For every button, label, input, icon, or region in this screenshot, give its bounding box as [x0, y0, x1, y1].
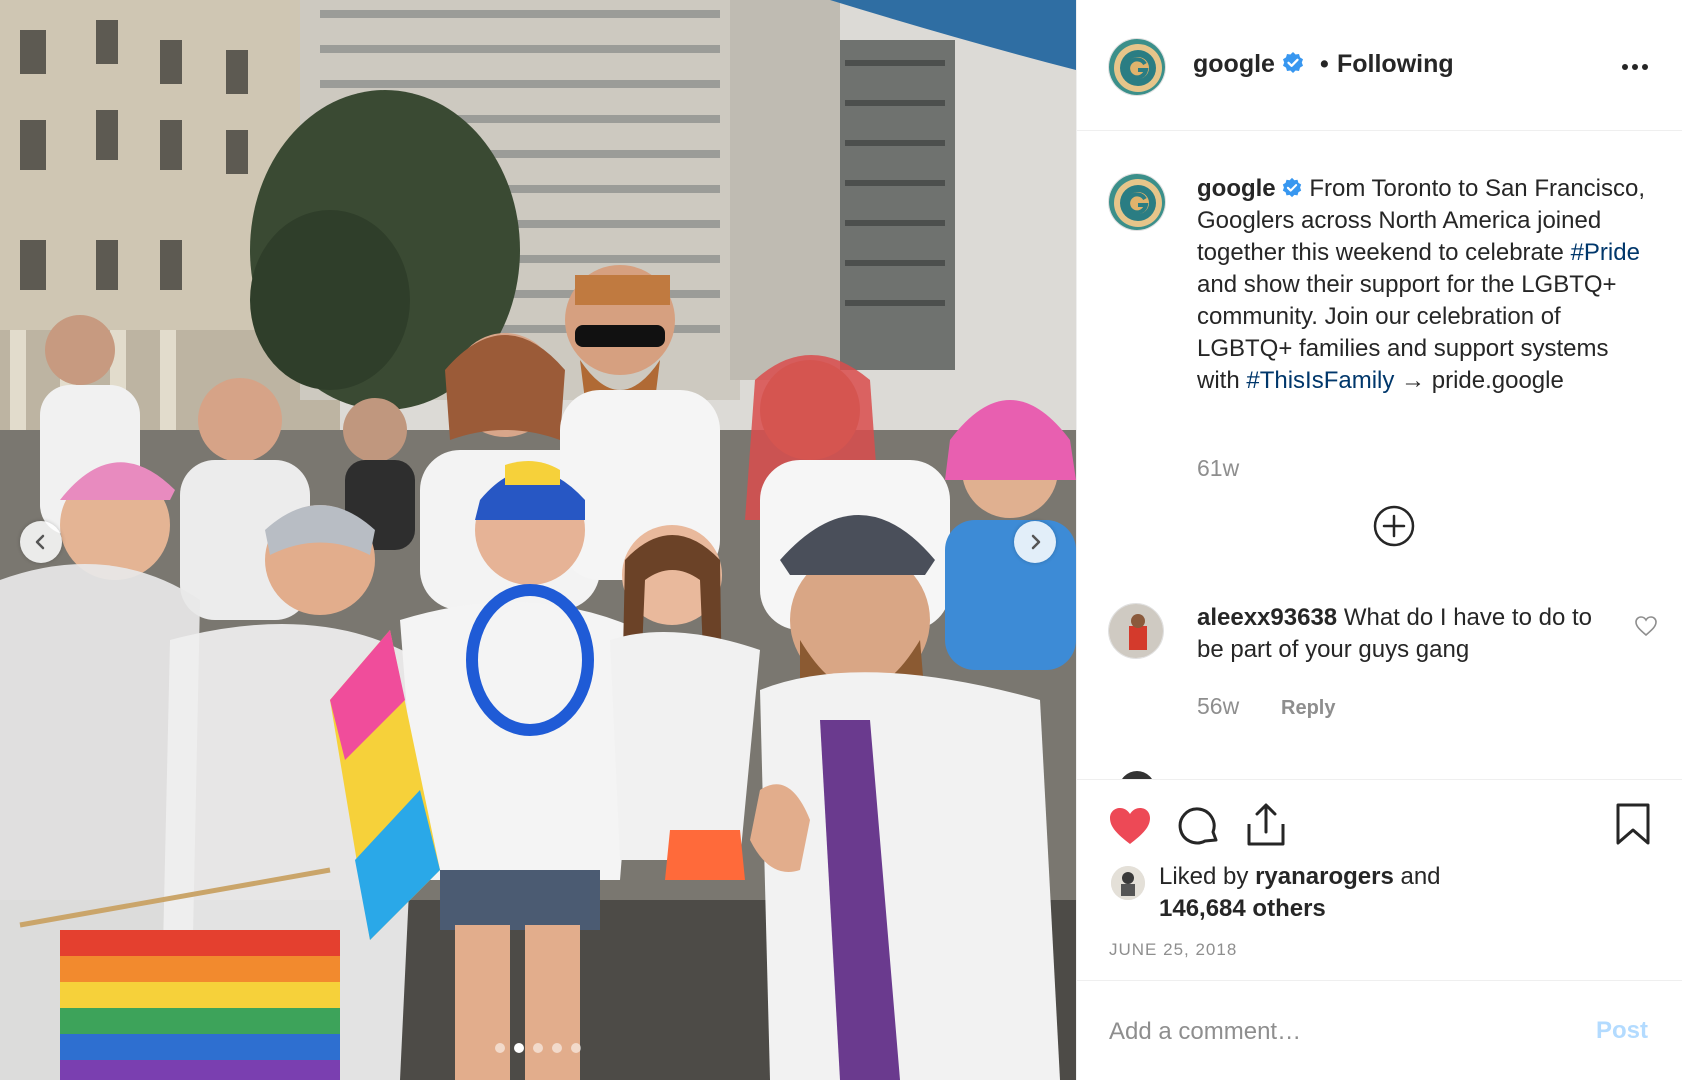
likes-prefix: Liked by — [1159, 863, 1256, 890]
caption-link-text: → pride.google — [1394, 367, 1564, 394]
username[interactable]: google — [1193, 50, 1275, 78]
user-avatar-photo — [1111, 866, 1145, 900]
avatar[interactable] — [1108, 38, 1166, 96]
carousel-dot — [571, 1043, 581, 1053]
comment-icon[interactable] — [1178, 806, 1220, 848]
likes-summary: Liked by ryanarogers and 146,684 others — [1159, 861, 1441, 925]
carousel-next-button[interactable] — [1014, 521, 1056, 563]
google-logo-avatar — [1109, 174, 1165, 230]
more-icon[interactable] — [1622, 64, 1648, 70]
bookmark-icon[interactable] — [1615, 802, 1651, 846]
post-actions: Liked by ryanarogers and 146,684 others … — [1077, 779, 1682, 979]
carousel-dot — [533, 1043, 543, 1053]
user-avatar-photo — [1109, 604, 1163, 658]
post-side-panel: google • Following google From Toronto t… — [1076, 0, 1682, 1080]
likes-count[interactable]: 146,684 others — [1159, 895, 1326, 922]
comments-section[interactable]: google From Toronto to San Francisco, Go… — [1077, 131, 1682, 779]
hashtag-thisisfamily[interactable]: #ThisIsFamily — [1246, 367, 1394, 394]
post-caption: google From Toronto to San Francisco, Go… — [1197, 173, 1657, 397]
carousel-dot — [495, 1043, 505, 1053]
hashtag-pride[interactable]: #Pride — [1571, 239, 1640, 266]
comment-timestamp[interactable]: 56w — [1197, 693, 1239, 720]
verified-icon — [1282, 177, 1301, 198]
comment-avatar[interactable] — [1108, 603, 1164, 659]
carousel-dot — [552, 1043, 562, 1053]
post-author[interactable]: google — [1193, 50, 1305, 79]
heart-filled-icon[interactable] — [1108, 806, 1152, 846]
caption-timestamp[interactable]: 61w — [1197, 455, 1239, 482]
photo-scene — [0, 0, 1076, 1080]
chevron-left-icon — [35, 534, 45, 550]
reply-button[interactable]: Reply — [1281, 697, 1335, 720]
post-photo[interactable] — [0, 0, 1076, 1080]
carousel-dot-active — [514, 1043, 524, 1053]
post-header: google • Following — [1077, 0, 1682, 131]
plus-circle-icon[interactable] — [1372, 504, 1416, 548]
following-button[interactable]: Following — [1337, 50, 1454, 79]
liker-avatar[interactable] — [1111, 866, 1145, 900]
carousel-indicator — [495, 1043, 581, 1053]
post-date[interactable]: JUNE 25, 2018 — [1109, 940, 1237, 960]
comment-input[interactable] — [1109, 1015, 1549, 1049]
heart-outline-icon[interactable] — [1634, 615, 1658, 637]
next-comment-avatar[interactable] — [1119, 771, 1155, 779]
liker-username[interactable]: ryanarogers — [1255, 863, 1394, 890]
comment-composer: Post — [1077, 980, 1682, 1080]
chevron-right-icon — [1031, 534, 1041, 550]
separator-dot: • — [1320, 50, 1329, 78]
caption-avatar[interactable] — [1108, 173, 1166, 231]
comment-text: aleexx93638 What do I have to do to be p… — [1197, 602, 1597, 666]
google-logo-avatar — [1109, 39, 1165, 95]
share-icon[interactable] — [1245, 802, 1287, 848]
verified-icon — [1282, 52, 1303, 73]
caption-username[interactable]: google — [1197, 175, 1276, 202]
carousel-prev-button[interactable] — [20, 521, 62, 563]
comment-username[interactable]: aleexx93638 — [1197, 604, 1337, 631]
post-comment-button[interactable]: Post — [1596, 1017, 1648, 1045]
likes-mid: and — [1393, 863, 1441, 890]
